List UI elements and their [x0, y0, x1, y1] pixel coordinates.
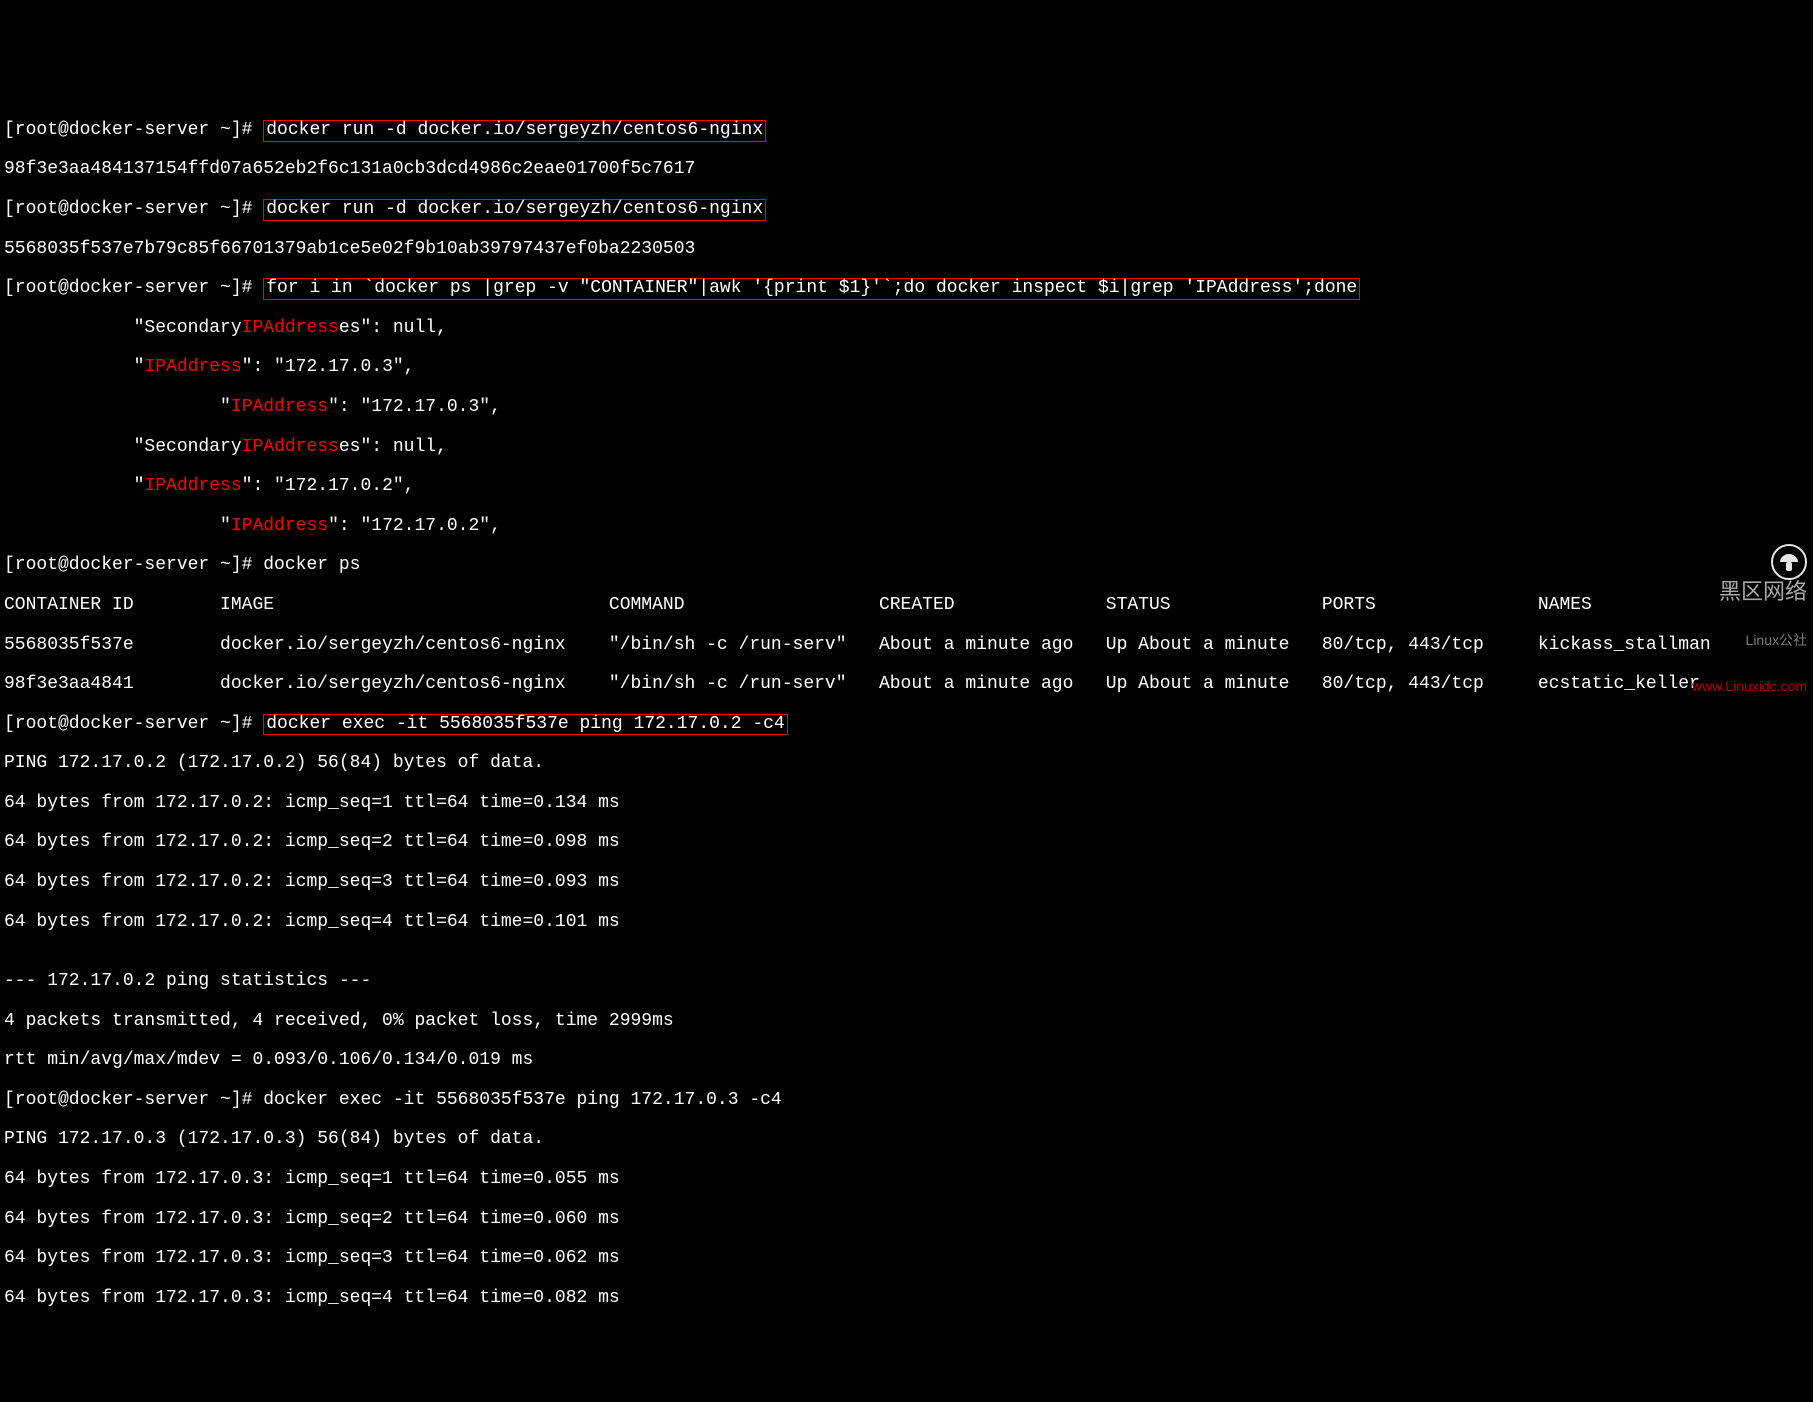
ping1-line: 64 bytes from 172.17.0.2: icmp_seq=4 ttl… — [4, 913, 1809, 933]
watermark-sub: Linux公社 — [1746, 632, 1807, 648]
line-cmd3: [root@docker-server ~]# for i in `docker… — [4, 279, 1809, 299]
prompt: [root@docker-server ~]# — [4, 199, 263, 219]
line-cmd5: [root@docker-server ~]# docker exec -it … — [4, 715, 1809, 735]
cmd4: docker ps — [263, 555, 360, 575]
terminal[interactable]: [root@docker-server ~]# docker run -d do… — [0, 99, 1813, 1330]
line-cmd4: [root@docker-server ~]# docker ps — [4, 556, 1809, 576]
ip-line: "IPAddress": "172.17.0.3", — [4, 358, 1809, 378]
match-ipaddr: IPAddress — [242, 437, 339, 457]
cmd1-box: docker run -d docker.io/sergeyzh/centos6… — [263, 120, 766, 142]
ping1-line: PING 172.17.0.2 (172.17.0.2) 56(84) byte… — [4, 754, 1809, 774]
match-ipaddr: IPAddress — [231, 397, 328, 417]
ping1-line: 64 bytes from 172.17.0.2: icmp_seq=3 ttl… — [4, 873, 1809, 893]
line-cmd2: [root@docker-server ~]# docker run -d do… — [4, 200, 1809, 220]
cmd3-box: for i in `docker ps |grep -v "CONTAINER"… — [263, 278, 1360, 300]
prompt: [root@docker-server ~]# — [4, 714, 263, 734]
ping1-line: rtt min/avg/max/mdev = 0.093/0.106/0.134… — [4, 1051, 1809, 1071]
ping2-line: 64 bytes from 172.17.0.3: icmp_seq=1 ttl… — [4, 1170, 1809, 1190]
ping2-line: PING 172.17.0.3 (172.17.0.3) 56(84) byte… — [4, 1130, 1809, 1150]
ip-line: "SecondaryIPAddresses": null, — [4, 438, 1809, 458]
ip-line: "IPAddress": "172.17.0.3", — [4, 398, 1809, 418]
prompt: [root@docker-server ~]# — [4, 278, 263, 298]
ping1-line: 4 packets transmitted, 4 received, 0% pa… — [4, 1012, 1809, 1032]
line-cmd1: [root@docker-server ~]# docker run -d do… — [4, 121, 1809, 141]
ps-row: 5568035f537e docker.io/sergeyzh/centos6-… — [4, 636, 1809, 656]
match-ipaddr: IPAddress — [231, 516, 328, 536]
match-ipaddr: IPAddress — [144, 476, 241, 496]
cmd2-box: docker run -d docker.io/sergeyzh/centos6… — [263, 199, 766, 221]
ping1-line: 64 bytes from 172.17.0.2: icmp_seq=2 ttl… — [4, 833, 1809, 853]
ping1-line: --- 172.17.0.2 ping statistics --- — [4, 972, 1809, 992]
line-cmd6: [root@docker-server ~]# docker exec -it … — [4, 1091, 1809, 1111]
watermark-url: www.Linuxidc.com — [1692, 678, 1807, 694]
out-hash2: 5568035f537e7b79c85f66701379ab1ce5e02f9b… — [4, 240, 1809, 260]
ip-line: "IPAddress": "172.17.0.2", — [4, 477, 1809, 497]
out-hash1: 98f3e3aa484137154ffd07a652eb2f6c131a0cb3… — [4, 160, 1809, 180]
watermark: 黑区网络 Linux公社 www.Linuxidc.com — [1680, 520, 1807, 695]
ip-line: "SecondaryIPAddresses": null, — [4, 319, 1809, 339]
ps-row: 98f3e3aa4841 docker.io/sergeyzh/centos6-… — [4, 675, 1809, 695]
watermark-title: 黑区网络 — [1719, 579, 1807, 604]
cmd5-box: docker exec -it 5568035f537e ping 172.17… — [263, 714, 787, 736]
match-ipaddr: IPAddress — [242, 318, 339, 338]
prompt: [root@docker-server ~]# — [4, 120, 263, 140]
prompt: [root@docker-server ~]# — [4, 1090, 263, 1110]
ping1-line: 64 bytes from 172.17.0.2: icmp_seq=1 ttl… — [4, 794, 1809, 814]
ps-header: CONTAINER ID IMAGE COMMAND CREATED STATU… — [4, 596, 1809, 616]
ip-line: "IPAddress": "172.17.0.2", — [4, 517, 1809, 537]
ping2-line: 64 bytes from 172.17.0.3: icmp_seq=4 ttl… — [4, 1289, 1809, 1309]
cmd6: docker exec -it 5568035f537e ping 172.17… — [263, 1090, 781, 1110]
prompt: [root@docker-server ~]# — [4, 555, 263, 575]
ping2-line: 64 bytes from 172.17.0.3: icmp_seq=3 ttl… — [4, 1249, 1809, 1269]
mushroom-icon — [1771, 544, 1807, 580]
ping2-line: 64 bytes from 172.17.0.3: icmp_seq=2 ttl… — [4, 1210, 1809, 1230]
match-ipaddr: IPAddress — [144, 357, 241, 377]
